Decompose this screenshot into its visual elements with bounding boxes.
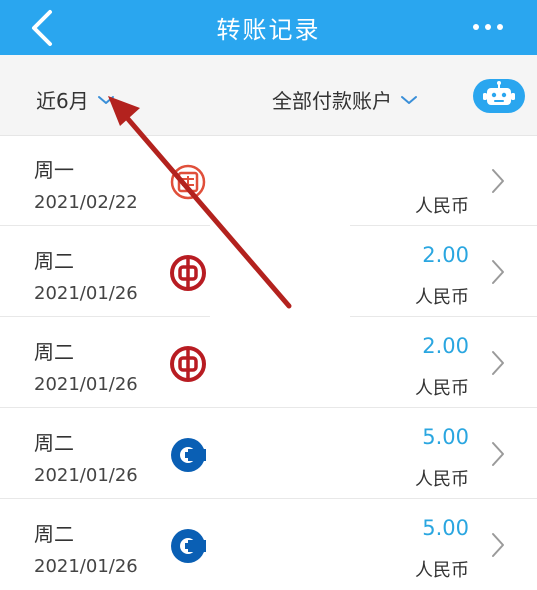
chevron-down-icon bbox=[401, 95, 417, 104]
more-dots-icon bbox=[485, 24, 491, 30]
record-date: 2021/02/22 bbox=[34, 192, 138, 213]
chevron-right-icon bbox=[492, 533, 504, 557]
record-amount: 2.00 bbox=[422, 334, 469, 358]
record-currency: 人民币 bbox=[415, 287, 469, 308]
bank-of-china-icon bbox=[170, 346, 206, 382]
record-weekday: 周二 bbox=[34, 249, 74, 273]
more-dots-icon bbox=[497, 24, 503, 30]
chevron-right-icon bbox=[492, 260, 504, 284]
chevron-right-icon bbox=[492, 351, 504, 375]
record-amount: 5.00 bbox=[422, 516, 469, 540]
page-title: 转账记录 bbox=[216, 16, 321, 44]
more-button[interactable] bbox=[471, 24, 505, 32]
chevron-down-icon bbox=[97, 95, 114, 104]
chevron-right-icon bbox=[492, 442, 504, 466]
record-amount: 2.00 bbox=[422, 243, 469, 267]
row-divider-gap bbox=[210, 225, 350, 226]
robot-icon bbox=[483, 81, 515, 105]
account-filter-label: 全部付款账户 bbox=[272, 89, 392, 113]
transfer-record-row[interactable]: 周二 2021/01/26 2.00 人民币 bbox=[0, 318, 537, 408]
record-currency: 人民币 bbox=[415, 560, 469, 581]
filter-bar: 近6月 全部付款账户 bbox=[0, 55, 537, 136]
assistant-button[interactable] bbox=[473, 79, 525, 113]
record-weekday: 周二 bbox=[34, 522, 74, 546]
red-seal-bank-icon bbox=[170, 164, 206, 200]
record-date: 2021/01/26 bbox=[34, 283, 138, 304]
top-bar: 转账记录 bbox=[0, 0, 537, 55]
ccb-icon bbox=[171, 529, 206, 563]
row-divider bbox=[0, 498, 537, 499]
record-date: 2021/01/26 bbox=[34, 374, 138, 395]
record-weekday: 周二 bbox=[34, 431, 74, 455]
transfer-record-row[interactable]: 周二 2021/01/26 2.00 人民币 bbox=[0, 227, 537, 317]
record-currency: 人民币 bbox=[415, 378, 469, 399]
period-filter-dropdown[interactable]: 近6月 bbox=[36, 85, 115, 114]
record-currency: 人民币 bbox=[415, 196, 469, 217]
record-weekday: 周一 bbox=[34, 158, 74, 182]
transfer-record-row[interactable]: 周一 2021/02/22 人民币 bbox=[0, 136, 537, 226]
record-date: 2021/01/26 bbox=[34, 556, 138, 577]
record-weekday: 周二 bbox=[34, 340, 74, 364]
row-divider bbox=[0, 407, 537, 408]
ccb-icon bbox=[171, 438, 206, 472]
bank-of-china-icon bbox=[170, 255, 206, 291]
more-dots-icon bbox=[473, 24, 479, 30]
account-filter-dropdown[interactable]: 全部付款账户 bbox=[272, 85, 418, 114]
record-amount: 5.00 bbox=[422, 425, 469, 449]
transfer-record-row[interactable]: 周二 2021/01/26 5.00 人民币 bbox=[0, 409, 537, 499]
transfer-record-row[interactable]: 周二 2021/01/26 5.00 人民币 bbox=[0, 500, 537, 590]
row-divider-gap bbox=[210, 316, 350, 317]
chevron-right-icon bbox=[492, 169, 504, 193]
period-filter-label: 近6月 bbox=[36, 89, 89, 113]
record-date: 2021/01/26 bbox=[34, 465, 138, 486]
record-currency: 人民币 bbox=[415, 469, 469, 490]
